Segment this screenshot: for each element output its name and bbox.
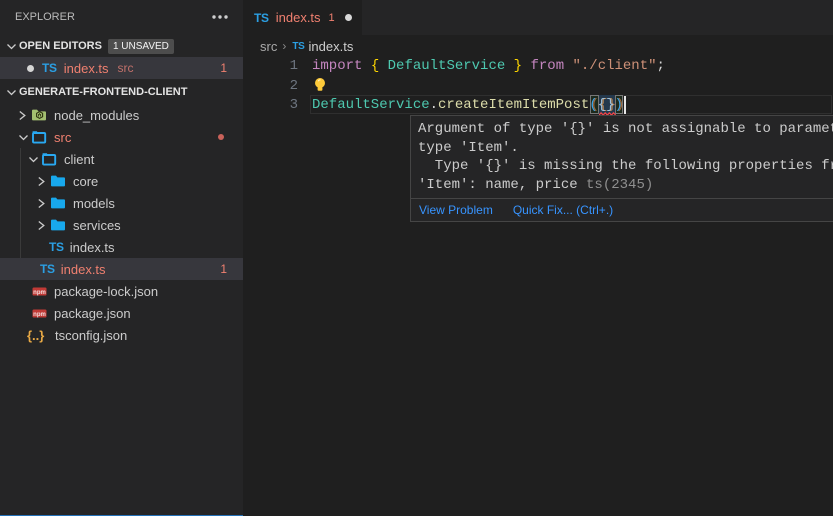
svg-text:npm: npm — [33, 311, 46, 317]
svg-text:npm: npm — [33, 289, 46, 295]
